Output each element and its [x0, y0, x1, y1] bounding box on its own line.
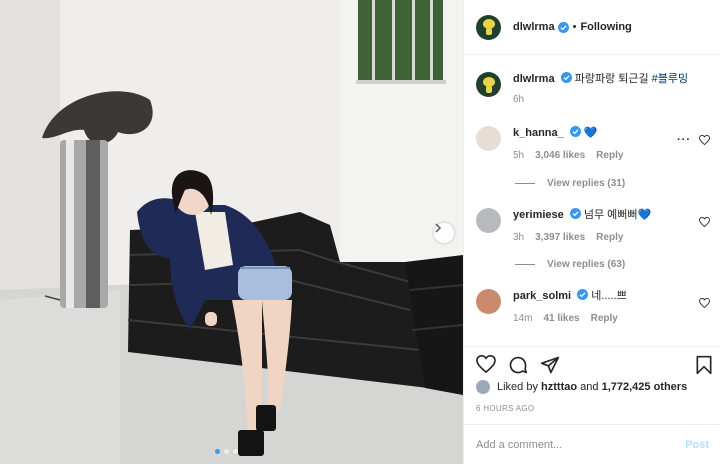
verified-badge-icon — [569, 126, 581, 137]
photo-illustration — [0, 0, 463, 464]
likes-and: and — [580, 381, 599, 393]
post-modal: dlwlrma • Following dlwlrma 파랑파랑 퇴근길 #블루… — [0, 0, 720, 464]
avatar[interactable] — [476, 126, 501, 151]
likes-prefix: Liked by — [497, 381, 538, 393]
next-slide-button[interactable] — [434, 223, 454, 243]
bookmark-icon[interactable] — [695, 355, 713, 375]
post-comment-button[interactable]: Post — [685, 439, 709, 451]
view-replies-button[interactable]: View replies (63) — [515, 259, 625, 270]
comment-username[interactable]: yerimiese — [513, 209, 564, 221]
verified-badge-icon — [560, 72, 572, 83]
carousel-dot — [233, 449, 238, 454]
comment-likes[interactable]: 3,397 likes — [535, 232, 585, 243]
profile-mascot-icon — [482, 19, 495, 35]
heart-icon[interactable] — [699, 217, 710, 227]
avatar[interactable] — [476, 289, 501, 314]
reply-button[interactable]: Reply — [596, 232, 623, 243]
caption-row: dlwlrma 파랑파랑 퇴근길 #블루밍 6h — [476, 72, 716, 105]
comment-time: 14m — [513, 313, 533, 324]
separator-dot: • — [572, 21, 577, 33]
comment-time: 3h — [513, 232, 525, 243]
comment-row: k_hanna_ 💙 5h 3,046 likes Reply ··· — [476, 126, 716, 161]
heart-icon[interactable] — [699, 298, 710, 308]
verified-badge-icon — [569, 208, 581, 219]
profile-mascot-icon — [482, 76, 495, 93]
liker-avatar[interactable] — [476, 380, 490, 394]
comment-text: 💙 — [583, 127, 598, 139]
caption-time: 6h — [513, 94, 525, 105]
following-button[interactable]: Following — [580, 21, 631, 33]
divider — [515, 264, 535, 265]
comment-text: 넘무 예뻐뻐💙 — [583, 209, 652, 221]
post-photo[interactable] — [0, 0, 463, 464]
caption-username[interactable]: dlwlrma — [513, 73, 555, 85]
more-icon[interactable]: ··· — [677, 134, 691, 146]
verified-badge-icon — [557, 21, 569, 33]
post-username[interactable]: dlwlrma — [513, 21, 555, 33]
carousel-indicator — [215, 449, 238, 454]
comment-likes[interactable]: 3,046 likes — [535, 150, 585, 161]
comment-icon[interactable] — [508, 355, 528, 375]
heart-icon[interactable] — [699, 135, 710, 145]
post-header: dlwlrma • Following — [464, 0, 720, 55]
reply-button[interactable]: Reply — [596, 150, 623, 161]
heart-icon[interactable] — [476, 355, 496, 373]
likes-others-count[interactable]: 1,772,425 others — [602, 381, 688, 393]
comments-list[interactable]: dlwlrma 파랑파랑 퇴근길 #블루밍 6h k_hanna_ 💙 5h 3… — [464, 56, 720, 346]
comment-time: 5h — [513, 150, 525, 161]
post-timestamp: 6 HOURS AGO — [476, 404, 535, 413]
view-replies-label: View replies (31) — [547, 178, 626, 189]
add-comment-bar: Post — [464, 424, 720, 464]
likes-summary: Liked by hztttao and 1,772,425 others — [476, 380, 687, 394]
caption-text: 파랑파랑 퇴근길 — [574, 73, 649, 85]
avatar[interactable] — [476, 72, 501, 97]
comment-username[interactable]: park_solmi — [513, 290, 571, 302]
reply-button[interactable]: Reply — [591, 313, 618, 324]
comment-likes[interactable]: 41 likes — [543, 313, 579, 324]
post-side-panel: dlwlrma • Following dlwlrma 파랑파랑 퇴근길 #블루… — [463, 0, 720, 464]
share-icon[interactable] — [540, 355, 560, 375]
caption-hashtag[interactable]: #블루밍 — [652, 73, 688, 85]
liker-username[interactable]: hztttao — [541, 381, 577, 393]
avatar[interactable] — [476, 14, 501, 40]
divider — [515, 183, 535, 184]
avatar[interactable] — [476, 208, 501, 233]
comment-input[interactable] — [476, 438, 686, 451]
view-replies-label: View replies (63) — [547, 259, 626, 270]
chevron-right-icon — [435, 223, 442, 233]
post-actions — [464, 346, 720, 382]
verified-badge-icon — [577, 289, 589, 300]
carousel-dot — [224, 449, 229, 454]
comment-row: park_solmi 네.....쁘 14m 41 likes Reply — [476, 289, 716, 324]
carousel-dot — [215, 449, 220, 454]
view-replies-button[interactable]: View replies (31) — [515, 178, 625, 189]
comment-text: 네.....쁘 — [591, 290, 627, 302]
comment-row: yerimiese 넘무 예뻐뻐💙 3h 3,397 likes Reply — [476, 208, 716, 243]
comment-username[interactable]: k_hanna_ — [513, 127, 564, 139]
